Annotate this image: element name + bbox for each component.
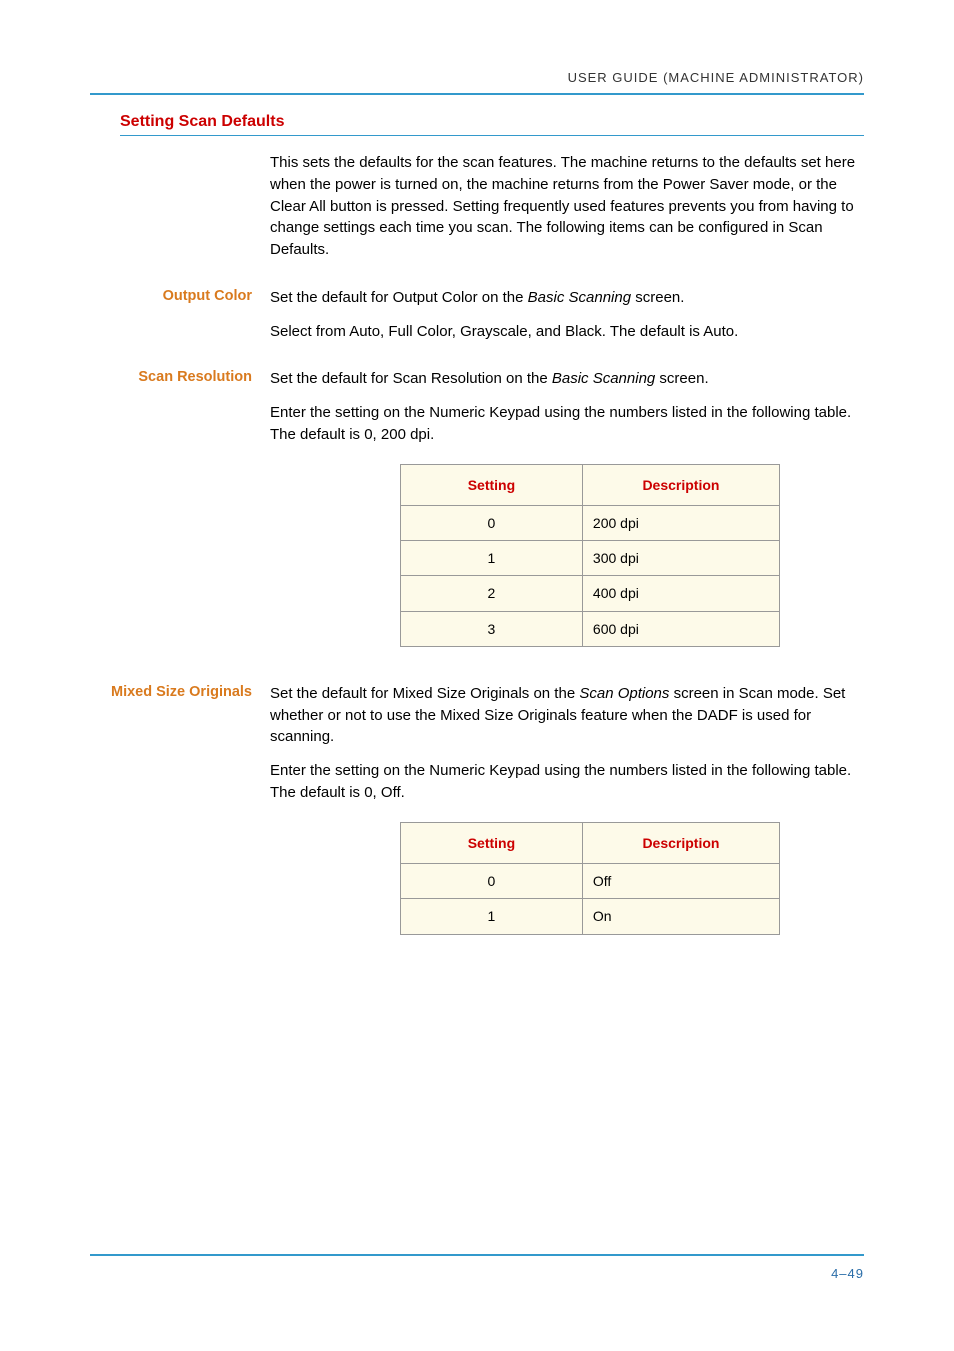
t1-r2-d: 400 dpi xyxy=(582,576,779,611)
resolution-table: Setting Description 0 200 dpi 1 300 dpi … xyxy=(400,464,780,647)
t2-r1-d: On xyxy=(582,899,779,934)
table2-h2: Description xyxy=(582,822,779,863)
t1-r0-s: 0 xyxy=(401,505,583,540)
ms-p1i: Scan Options xyxy=(579,685,669,702)
t1-r2-s: 2 xyxy=(401,576,583,611)
scan-resolution-label: Scan Resolution xyxy=(90,368,270,669)
header-rule xyxy=(90,93,864,95)
table-row: 0 Off xyxy=(401,864,780,899)
table1-h2: Description xyxy=(582,464,779,505)
sr-p1i: Basic Scanning xyxy=(552,370,655,387)
table2-h1: Setting xyxy=(401,822,583,863)
t2-r1-s: 1 xyxy=(401,899,583,934)
t1-r0-d: 200 dpi xyxy=(582,505,779,540)
table-row: 2 400 dpi xyxy=(401,576,780,611)
sr-p1b: screen. xyxy=(655,370,708,387)
mixed-size-p2: Enter the setting on the Numeric Keypad … xyxy=(270,760,864,804)
table-header-row: Setting Description xyxy=(401,822,780,863)
page-number: 4–49 xyxy=(90,1266,864,1281)
t2-r0-s: 0 xyxy=(401,864,583,899)
intro-text: This sets the defaults for the scan feat… xyxy=(270,152,864,261)
scan-resolution-p2: Enter the setting on the Numeric Keypad … xyxy=(270,402,864,446)
sr-p1a: Set the default for Scan Resolution on t… xyxy=(270,370,552,387)
oc-p1i: Basic Scanning xyxy=(528,289,631,306)
mixed-size-p1: Set the default for Mixed Size Originals… xyxy=(270,683,864,748)
t1-r1-d: 300 dpi xyxy=(582,541,779,576)
t2-r0-d: Off xyxy=(582,864,779,899)
t1-r3-d: 600 dpi xyxy=(582,611,779,646)
oc-p1a: Set the default for Output Color on the xyxy=(270,289,528,306)
section-title: Setting Scan Defaults xyxy=(120,113,864,131)
table-row: 1 On xyxy=(401,899,780,934)
scan-resolution-p1: Set the default for Scan Resolution on t… xyxy=(270,368,864,390)
table-row: 1 300 dpi xyxy=(401,541,780,576)
footer-rule xyxy=(90,1254,864,1256)
page-header: USER GUIDE (MACHINE ADMINISTRATOR) xyxy=(90,70,864,93)
table-row: 0 200 dpi xyxy=(401,505,780,540)
section-underline xyxy=(120,135,864,136)
t1-r1-s: 1 xyxy=(401,541,583,576)
ms-p1a: Set the default for Mixed Size Originals… xyxy=(270,685,579,702)
output-color-p1: Set the default for Output Color on the … xyxy=(270,287,864,309)
intro-label xyxy=(90,152,270,273)
output-color-label: Output Color xyxy=(90,287,270,355)
mixed-size-label: Mixed Size Originals xyxy=(90,683,270,957)
output-color-p2: Select from Auto, Full Color, Grayscale,… xyxy=(270,321,864,343)
oc-p1b: screen. xyxy=(631,289,684,306)
table1-h1: Setting xyxy=(401,464,583,505)
table-row: 3 600 dpi xyxy=(401,611,780,646)
mixed-size-table: Setting Description 0 Off 1 On xyxy=(400,822,780,935)
table-header-row: Setting Description xyxy=(401,464,780,505)
t1-r3-s: 3 xyxy=(401,611,583,646)
